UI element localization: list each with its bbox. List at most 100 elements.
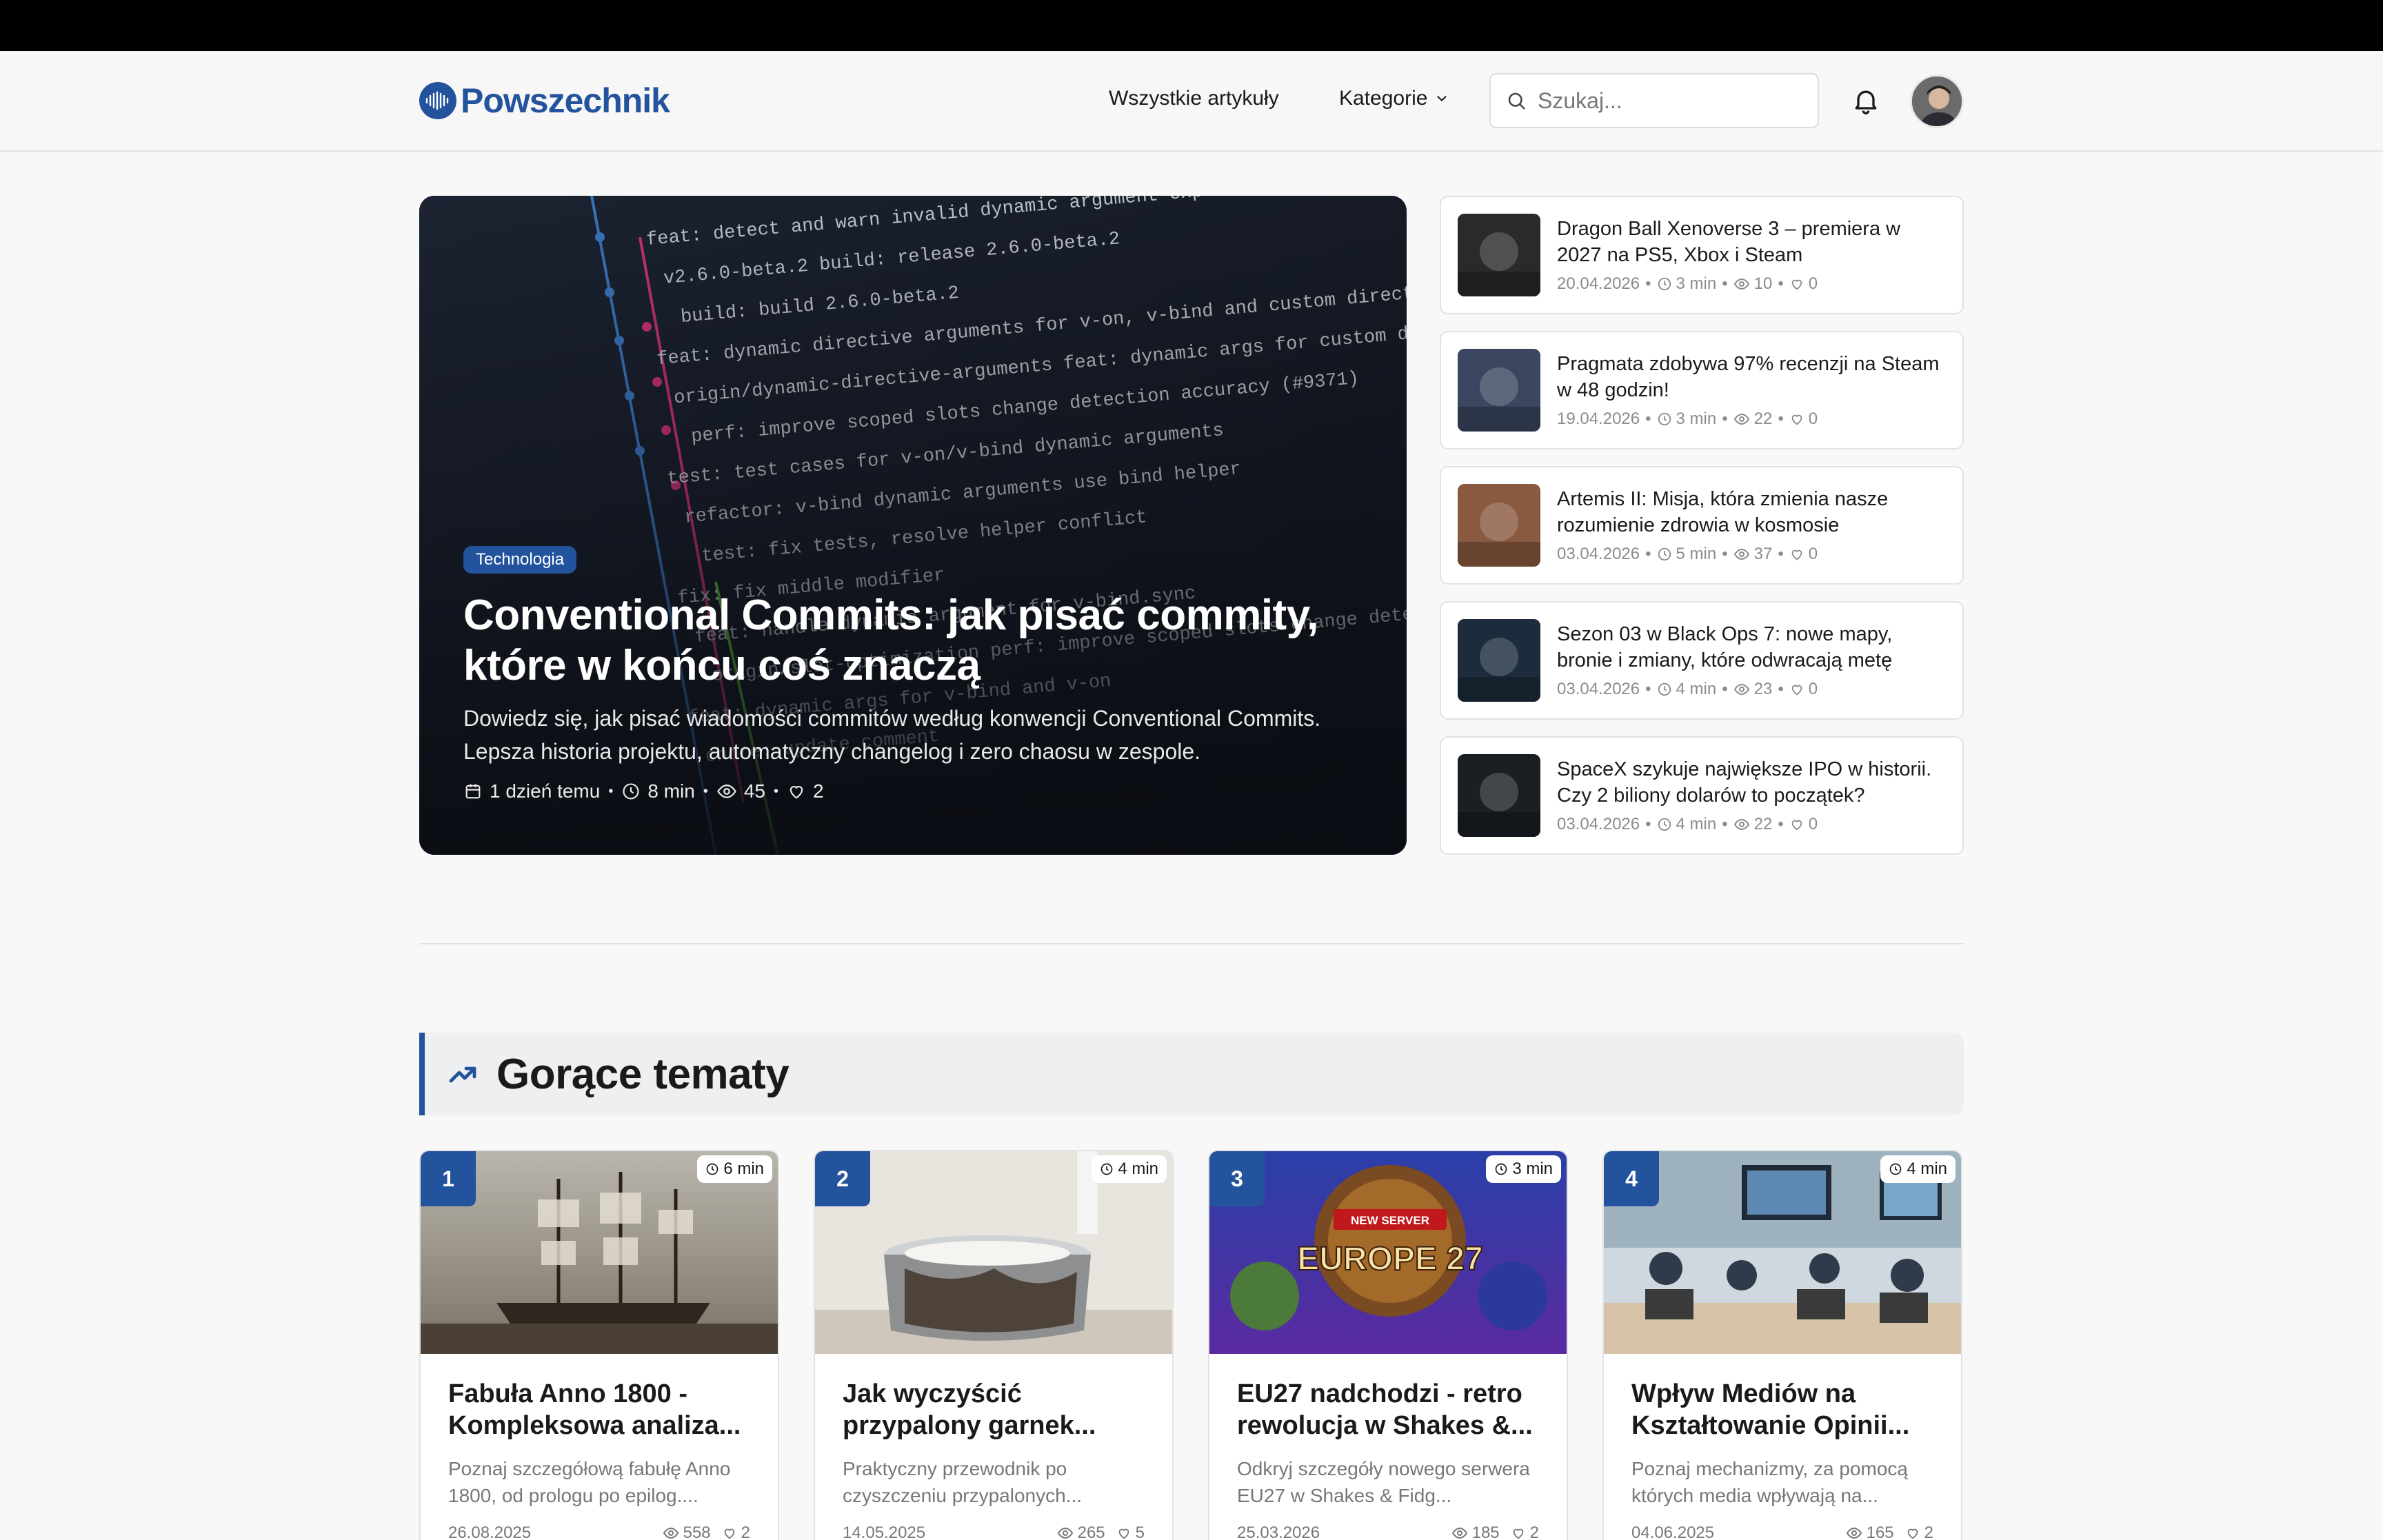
side-article-meta: 03.04.2026 • 4 min • 23 • 0 — [1557, 680, 1946, 699]
hot-topic-card[interactable]: 3 3 min NEW SERVER EUROPE 27 EU27 nadchod… — [1208, 1150, 1568, 1540]
card-image: 1 6 min — [421, 1151, 778, 1354]
side-article-title[interactable]: Sezon 03 w Black Ops 7: nowe mapy, broni… — [1557, 622, 1946, 673]
side-article[interactable]: Sezon 03 w Black Ops 7: nowe mapy, broni… — [1440, 601, 1964, 720]
card-meta: 25.03.2026 185 2 — [1237, 1523, 1539, 1540]
side-article-title[interactable]: SpaceX szykuje największe IPO w historii… — [1557, 757, 1946, 809]
side-article[interactable]: Dragon Ball Xenoverse 3 – premiera w 202… — [1440, 196, 1964, 314]
side-article-read-time: 3 min — [1657, 409, 1717, 429]
nav-all-articles[interactable]: Wszystkie artykuły — [1109, 87, 1279, 110]
nav-categories-label: Kategorie — [1339, 87, 1428, 110]
search-box[interactable] — [1489, 73, 1819, 128]
card-image-caption-main: EUROPE 27 — [1297, 1241, 1482, 1277]
side-article-read-time-text: 3 min — [1676, 409, 1717, 428]
card-views: 165 — [1846, 1523, 1894, 1540]
os-top-bar — [0, 0, 2383, 51]
card-meta: 04.06.2025 165 2 — [1631, 1523, 1933, 1540]
card-body: Jak wyczyścić przypalony garnek... Prakt… — [815, 1354, 1172, 1540]
search-icon — [1506, 90, 1527, 111]
clock-icon — [621, 782, 641, 801]
hot-topic-card[interactable]: 1 6 min Fabuła Anno 1800 - Kompleksowa a… — [419, 1150, 779, 1540]
hot-topic-card[interactable]: 4 4 min Wpływ Mediów na Kształtowanie Op… — [1602, 1150, 1962, 1540]
search-input[interactable] — [1538, 88, 1800, 114]
user-avatar[interactable] — [1910, 74, 1964, 128]
side-article-title[interactable]: Pragmata zdobywa 97% recenzji na Steam w… — [1557, 352, 1946, 403]
separator-dot: • — [1778, 814, 1784, 833]
separator-dot: • — [1778, 679, 1784, 698]
side-article-read-time: 3 min — [1657, 274, 1716, 294]
card-meta: 26.08.2025 558 2 — [448, 1523, 750, 1540]
bell-icon[interactable] — [1851, 85, 1881, 119]
side-article[interactable]: Artemis II: Misja, która zmienia nasze r… — [1440, 466, 1964, 585]
side-article-text: SpaceX szykuje największe IPO w historii… — [1557, 757, 1946, 833]
nav-all-articles-label: Wszystkie artykuły — [1109, 87, 1279, 110]
card-description: Poznaj mechanizmy, za pomocą których med… — [1631, 1458, 1908, 1507]
side-article-views-text: 37 — [1753, 544, 1773, 563]
separator-dot: • — [1645, 679, 1651, 698]
hero-content: Technologia Conventional Commits: jak pi… — [463, 546, 1387, 802]
read-time-pill: 6 min — [697, 1155, 772, 1183]
hot-topics-title: Gorące tematy — [496, 1050, 790, 1098]
read-time-text: 4 min — [1118, 1159, 1158, 1178]
side-article[interactable]: Pragmata zdobywa 97% recenzji na Steam w… — [1440, 331, 1964, 449]
card-stats: 265 5 — [1057, 1523, 1145, 1540]
category-badge[interactable]: Technologia — [463, 546, 577, 574]
card-date: 14.05.2025 — [843, 1523, 926, 1540]
side-article-views-text: 22 — [1753, 814, 1773, 833]
card-title[interactable]: Wpływ Mediów na Kształtowanie Opinii... — [1631, 1379, 1933, 1441]
card-views-text: 265 — [1077, 1523, 1105, 1540]
card-date: 04.06.2025 — [1631, 1523, 1715, 1540]
read-time-pill: 4 min — [1092, 1155, 1167, 1183]
hero-likes: 2 — [787, 780, 824, 802]
side-article-date: 19.04.2026 — [1557, 409, 1640, 428]
clock-icon — [1657, 412, 1672, 427]
side-article-date: 03.04.2026 — [1557, 679, 1640, 698]
card-likes: 2 — [1511, 1523, 1539, 1540]
eye-icon — [1451, 1525, 1468, 1540]
card-views-text: 185 — [1471, 1523, 1500, 1540]
eye-icon — [1846, 1525, 1862, 1540]
site-header: Powszechnik Wszystkie artykuły Kategorie — [0, 51, 2383, 152]
hot-topic-card[interactable]: 2 4 min Jak wyczyścić przypalony garnek.… — [814, 1150, 1174, 1540]
side-article-title[interactable]: Artemis II: Misja, która zmienia nasze r… — [1557, 487, 1946, 538]
card-body: Wpływ Mediów na Kształtowanie Opinii... … — [1604, 1354, 1961, 1540]
side-article[interactable]: SpaceX szykuje największe IPO w historii… — [1440, 736, 1964, 855]
separator-dot: • — [1778, 274, 1784, 293]
eye-icon — [1733, 681, 1750, 698]
card-title[interactable]: EU27 nadchodzi - retro rewolucja w Shake… — [1237, 1379, 1539, 1441]
read-time-pill: 4 min — [1880, 1155, 1955, 1183]
side-article-read-time-text: 4 min — [1676, 814, 1717, 833]
card-likes: 2 — [722, 1523, 750, 1540]
side-article-views: 22 — [1733, 409, 1772, 429]
card-title[interactable]: Jak wyczyścić przypalony garnek... — [843, 1379, 1145, 1441]
card-views: 265 — [1057, 1523, 1105, 1540]
card-description: Praktyczny przewodnik po czyszczeniu prz… — [843, 1458, 1083, 1507]
separator-dot: • — [1722, 679, 1728, 698]
side-article-views-text: 10 — [1753, 274, 1773, 293]
side-article-text: Dragon Ball Xenoverse 3 – premiera w 202… — [1557, 216, 1946, 293]
card-title[interactable]: Fabuła Anno 1800 - Kompleksowa analiza..… — [448, 1379, 750, 1441]
read-time-pill: 3 min — [1486, 1155, 1561, 1183]
heart-icon — [1116, 1526, 1132, 1540]
card-views: 558 — [663, 1523, 711, 1540]
site-logo[interactable]: Powszechnik — [419, 80, 670, 121]
hot-topics-header: Gorące tematy — [419, 1033, 1964, 1115]
side-article-text: Artemis II: Misja, która zmienia nasze r… — [1557, 487, 1946, 563]
side-article-title[interactable]: Dragon Ball Xenoverse 3 – premiera w 202… — [1557, 216, 1946, 268]
featured-article[interactable]: feat: detect and warn invalid dynamic ar… — [419, 196, 1407, 855]
rank-badge: 3 — [1209, 1151, 1265, 1206]
clock-icon — [1657, 682, 1672, 697]
card-views-text: 558 — [683, 1523, 711, 1540]
card-views-text: 165 — [1866, 1523, 1894, 1540]
hero-likes-text: 2 — [813, 780, 824, 802]
hero-title[interactable]: Conventional Commits: jak pisać commity,… — [463, 590, 1387, 691]
nav-categories-dropdown[interactable]: Kategorie — [1339, 87, 1449, 110]
side-article-views: 37 — [1733, 544, 1773, 564]
heart-icon — [1789, 682, 1804, 697]
read-time-text: 3 min — [1512, 1159, 1553, 1178]
card-stats: 558 2 — [663, 1523, 750, 1540]
card-body: Fabuła Anno 1800 - Kompleksowa analiza..… — [421, 1354, 778, 1540]
latest-articles-list: Dragon Ball Xenoverse 3 – premiera w 202… — [1440, 196, 1964, 871]
side-article-likes-text: 0 — [1808, 814, 1818, 833]
card-image: 4 4 min — [1604, 1151, 1961, 1354]
heart-icon — [1789, 817, 1804, 832]
